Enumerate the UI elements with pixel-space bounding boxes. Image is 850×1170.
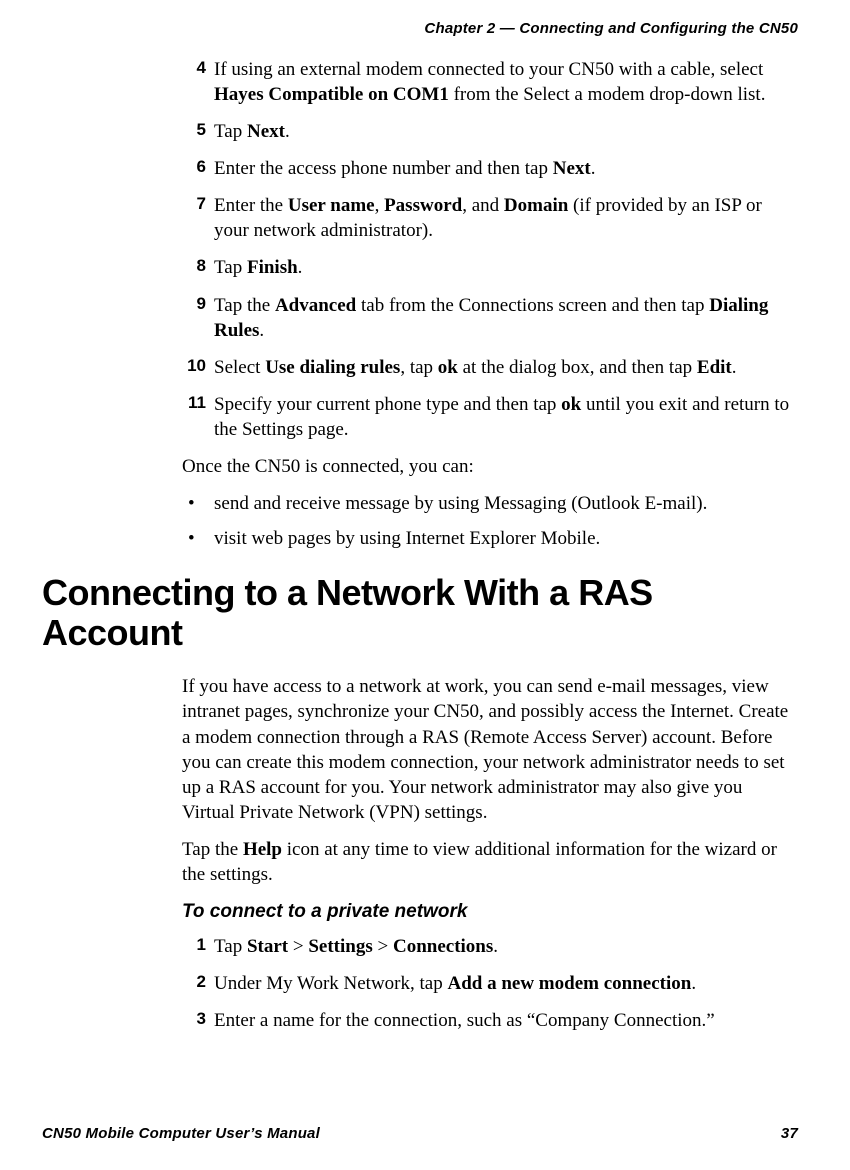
step-text: If using an external modem connected to … <box>214 59 763 80</box>
footer-page-number: 37 <box>781 1125 798 1142</box>
step-number: 9 <box>182 293 206 315</box>
bold-term: Hayes Compatible on COM1 <box>214 84 449 105</box>
step-1: 1 Tap Start > Settings > Connections. <box>182 934 798 959</box>
step-2: 2 Under My Work Network, tap Add a new m… <box>182 971 798 996</box>
bold-term: Advanced <box>275 295 356 316</box>
step-text: Tap <box>214 936 247 957</box>
manual-page: Chapter 2 — Connecting and Configuring t… <box>0 0 850 1170</box>
step-text: , and <box>462 195 504 216</box>
step-text: Select <box>214 357 265 378</box>
step-number: 10 <box>182 355 206 377</box>
paragraph-after-steps: Once the CN50 is connected, you can: <box>182 454 798 479</box>
step-text: > <box>373 936 393 957</box>
bold-term: Use dialing rules <box>265 357 400 378</box>
bold-term: Edit <box>697 357 732 378</box>
page-footer: CN50 Mobile Computer User’s Manual 37 <box>42 1117 798 1142</box>
running-head: Chapter 2 — Connecting and Configuring t… <box>42 20 798 37</box>
bullet-item: send and receive message by using Messag… <box>182 491 798 516</box>
bold-term: Help <box>243 839 282 860</box>
step-number: 6 <box>182 156 206 178</box>
step-text: , <box>375 195 385 216</box>
step-number: 5 <box>182 119 206 141</box>
bold-term: Finish <box>247 257 298 278</box>
step-text-tail: . <box>493 936 498 957</box>
footer-manual-title: CN50 Mobile Computer User’s Manual <box>42 1125 320 1142</box>
bold-term: Settings <box>308 936 372 957</box>
step-text: at the dialog box, and then tap <box>458 357 697 378</box>
step-text-tail: . <box>259 320 264 341</box>
bold-term: User name <box>288 195 375 216</box>
step-text: > <box>288 936 308 957</box>
step-9: 9 Tap the Advanced tab from the Connecti… <box>182 293 798 343</box>
step-6: 6 Enter the access phone number and then… <box>182 156 798 181</box>
step-text-tail: . <box>691 973 696 994</box>
bold-term: Connections <box>393 936 493 957</box>
numbered-steps-private: 1 Tap Start > Settings > Connections. 2 … <box>182 934 798 1033</box>
step-number: 4 <box>182 57 206 79</box>
step-number: 7 <box>182 193 206 215</box>
step-text: Specify your current phone type and then… <box>214 394 561 415</box>
bullet-list: send and receive message by using Messag… <box>182 491 798 551</box>
step-8: 8 Tap Finish. <box>182 255 798 280</box>
page-content: 4 If using an external modem connected t… <box>42 57 798 1117</box>
bullet-item: visit web pages by using Internet Explor… <box>182 526 798 551</box>
sub-heading-private-network: To connect to a private network <box>182 899 798 924</box>
step-number: 8 <box>182 255 206 277</box>
step-11: 11 Specify your current phone type and t… <box>182 392 798 442</box>
step-number: 2 <box>182 971 206 993</box>
step-4: 4 If using an external modem connected t… <box>182 57 798 107</box>
step-text: Tap the <box>214 295 275 316</box>
help-paragraph: Tap the Help icon at any time to view ad… <box>182 837 798 887</box>
step-text: Tap <box>214 257 247 278</box>
bold-term: Password <box>384 195 462 216</box>
ras-intro-paragraph: If you have access to a network at work,… <box>182 674 798 824</box>
step-text: Under My Work Network, tap <box>214 973 447 994</box>
numbered-steps-continued: 4 If using an external modem connected t… <box>182 57 798 442</box>
step-text-tail: . <box>591 158 596 179</box>
bold-term: Add a new modem connection <box>447 973 691 994</box>
bold-term: ok <box>438 357 458 378</box>
step-3: 3 Enter a name for the connection, such … <box>182 1008 798 1033</box>
step-text: tab from the Connections screen and then… <box>356 295 709 316</box>
step-number: 11 <box>182 392 206 414</box>
bold-term: ok <box>561 394 581 415</box>
step-text: , tap <box>400 357 437 378</box>
step-text: Enter a name for the connection, such as… <box>214 1010 715 1031</box>
bold-term: Next <box>247 121 285 142</box>
step-text-tail: from the Select a modem drop-down list. <box>449 84 766 105</box>
step-number: 1 <box>182 934 206 956</box>
step-7: 7 Enter the User name, Password, and Dom… <box>182 193 798 243</box>
paragraph-text: Tap the <box>182 839 243 860</box>
step-text: Enter the <box>214 195 288 216</box>
step-text-tail: . <box>285 121 290 142</box>
step-number: 3 <box>182 1008 206 1030</box>
section-heading-ras: Connecting to a Network With a RAS Accou… <box>42 573 798 652</box>
step-text-tail: . <box>298 257 303 278</box>
bold-term: Start <box>247 936 288 957</box>
bold-term: Next <box>553 158 591 179</box>
step-5: 5 Tap Next. <box>182 119 798 144</box>
step-text: Tap <box>214 121 247 142</box>
step-text: Enter the access phone number and then t… <box>214 158 553 179</box>
step-10: 10 Select Use dialing rules, tap ok at t… <box>182 355 798 380</box>
bold-term: Domain <box>504 195 568 216</box>
step-text-tail: . <box>732 357 737 378</box>
